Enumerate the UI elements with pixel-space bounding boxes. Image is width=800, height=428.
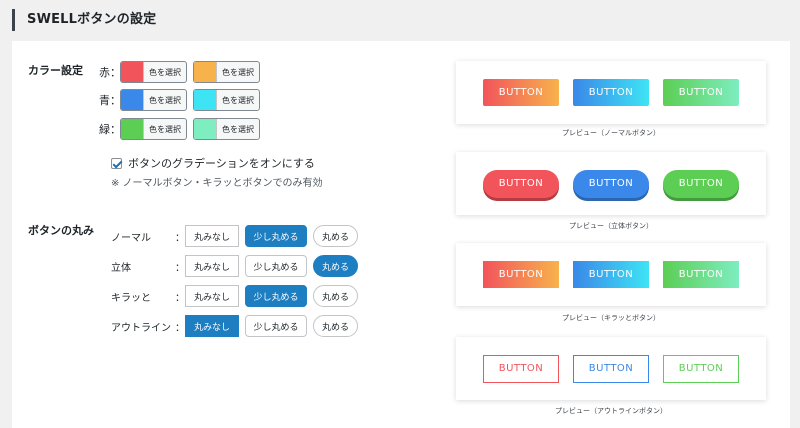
color-row-label: 青：: [99, 94, 121, 107]
color-picker-label: 色を選択: [216, 90, 259, 110]
blue-gradient-color-picker[interactable]: 色を選択: [193, 89, 260, 111]
gradation-note: ※ ノーマルボタン・キラッとボタンでのみ有効: [111, 178, 323, 189]
color-swatch: [121, 62, 143, 82]
page-title: SWELLボタンの設定: [12, 9, 156, 31]
color-picker-label: 色を選択: [143, 119, 186, 139]
normal-option-none[interactable]: 丸みなし: [185, 225, 239, 247]
color-picker-label: 色を選択: [216, 119, 259, 139]
blue-main-color-picker[interactable]: 色を選択: [120, 89, 187, 111]
color-swatch: [194, 119, 216, 139]
color-swatch: [194, 62, 216, 82]
preview-button-green: BUTTON: [663, 261, 739, 288]
color-picker-label: 色を選択: [216, 62, 259, 82]
color-row-red: 赤： 色を選択 色を選択: [99, 61, 266, 83]
preview-button-red: BUTTON: [483, 169, 559, 198]
color-row-blue: 青： 色を選択 色を選択: [99, 89, 266, 111]
rounding-row-name: アウトライン: [111, 322, 171, 334]
color-swatch: [121, 119, 143, 139]
color-swatch: [121, 90, 143, 110]
preview-kira-caption: プレビュー（キラッとボタン）: [562, 314, 660, 322]
preview-outline: BUTTON BUTTON BUTTON: [456, 337, 766, 400]
outline-option-slight[interactable]: 少し丸める: [245, 315, 307, 337]
normal-option-slight[interactable]: 少し丸める: [245, 225, 307, 247]
color-swatch: [194, 90, 216, 110]
preview-button-red: BUTTON: [483, 261, 559, 288]
color-row-label: 赤：: [99, 66, 121, 79]
red-main-color-picker[interactable]: 色を選択: [120, 61, 187, 83]
outline-option-round[interactable]: 丸める: [313, 315, 358, 337]
preview-3d-caption: プレビュー（立体ボタン）: [569, 222, 653, 230]
rounding-row-name: ノーマル: [111, 232, 151, 244]
preview-kira: BUTTON BUTTON BUTTON: [456, 243, 766, 306]
rounding-row-kira: キラッと ： 丸みなし 少し丸める 丸める: [111, 284, 364, 308]
preview-button-blue: BUTTON: [573, 261, 649, 288]
3d-option-slight[interactable]: 少し丸める: [245, 255, 307, 277]
outline-option-none[interactable]: 丸みなし: [185, 315, 239, 337]
preview-button-red: BUTTON: [483, 354, 559, 383]
red-gradient-color-picker[interactable]: 色を選択: [193, 61, 260, 83]
color-row-green: 緑： 色を選択 色を選択: [99, 118, 266, 140]
3d-option-round[interactable]: 丸める: [313, 255, 358, 277]
color-settings-label: カラー設定: [28, 64, 83, 77]
gradation-checkbox-row[interactable]: ボタンのグラデーションをオンにする: [111, 155, 315, 171]
rounding-row-colon: ：: [175, 292, 185, 304]
preview-button-blue: BUTTON: [573, 169, 649, 198]
rounding-row-name: 立体: [111, 262, 131, 274]
rounding-row-name: キラッと: [111, 292, 151, 304]
color-row-label: 緑：: [99, 123, 121, 136]
green-gradient-color-picker[interactable]: 色を選択: [193, 118, 260, 140]
color-picker-label: 色を選択: [143, 62, 186, 82]
preview-button-green: BUTTON: [663, 79, 739, 106]
rounding-row-colon: ：: [175, 232, 185, 244]
rounding-row-3d: 立体 ： 丸みなし 少し丸める 丸める: [111, 254, 364, 278]
preview-normal-caption: プレビュー（ノーマルボタン）: [562, 129, 660, 137]
preview-button-green: BUTTON: [663, 354, 739, 383]
gradation-checkbox-label: ボタンのグラデーションをオンにする: [128, 157, 315, 170]
rounding-row-outline: アウトライン ： 丸みなし 少し丸める 丸める: [111, 314, 364, 338]
preview-normal: BUTTON BUTTON BUTTON: [456, 61, 766, 124]
color-picker-label: 色を選択: [143, 90, 186, 110]
rounding-row-normal: ノーマル ： 丸みなし 少し丸める 丸める: [111, 224, 364, 248]
preview-button-blue: BUTTON: [573, 79, 649, 106]
kira-option-round[interactable]: 丸める: [313, 285, 358, 307]
rounding-label: ボタンの丸み: [28, 224, 94, 237]
rounding-row-colon: ：: [175, 262, 185, 274]
rounding-row-colon: ：: [175, 322, 185, 334]
kira-option-none[interactable]: 丸みなし: [185, 285, 239, 307]
green-main-color-picker[interactable]: 色を選択: [120, 118, 187, 140]
preview-button-red: BUTTON: [483, 79, 559, 106]
preview-button-green: BUTTON: [663, 169, 739, 198]
normal-option-round[interactable]: 丸める: [313, 225, 358, 247]
preview-outline-caption: プレビュー（アウトラインボタン）: [555, 407, 667, 415]
kira-option-slight[interactable]: 少し丸める: [245, 285, 307, 307]
gradation-checkbox[interactable]: [111, 157, 122, 169]
preview-3d: BUTTON BUTTON BUTTON: [456, 152, 766, 215]
3d-option-none[interactable]: 丸みなし: [185, 255, 239, 277]
preview-button-blue: BUTTON: [573, 354, 649, 383]
